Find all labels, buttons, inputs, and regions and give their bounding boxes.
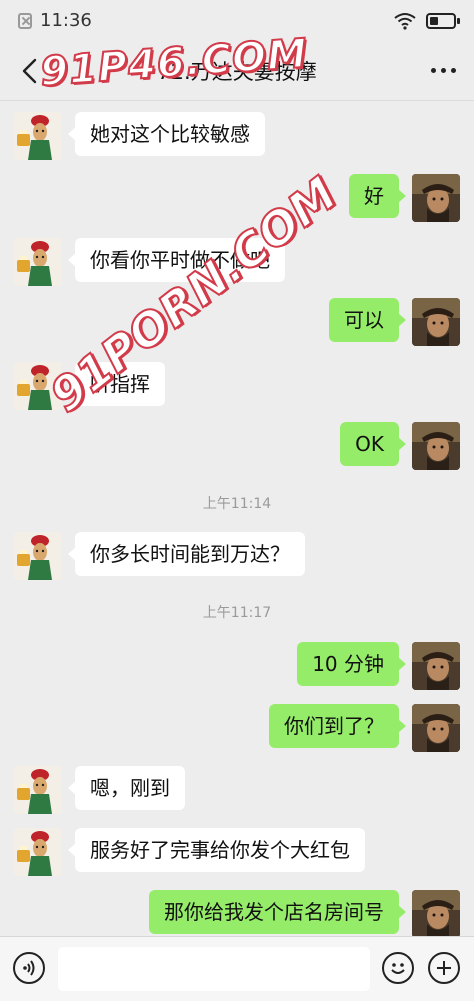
status-left: 11:36: [18, 10, 92, 31]
message-bubble[interactable]: 服务好了完事给你发个大红包: [68, 828, 365, 872]
message-input[interactable]: [58, 947, 370, 991]
message-bubble[interactable]: 10 分钟: [297, 642, 406, 686]
message-bubble[interactable]: 她对这个比较敏感: [68, 112, 265, 156]
message-bubble[interactable]: 听指挥: [68, 362, 165, 406]
my-avatar[interactable]: [412, 704, 460, 752]
contact-avatar[interactable]: [14, 828, 62, 876]
message-bubble[interactable]: 你看你平时做不做吧: [68, 238, 285, 282]
my-avatar[interactable]: [412, 174, 460, 222]
contact-avatar[interactable]: [14, 532, 62, 580]
chat-message-list[interactable]: 她对这个比较敏感好你看你平时做不做吧 可以听指挥 OK 上午11:14 你多长时间能到万…: [0, 100, 474, 936]
wifi-icon: [394, 13, 416, 30]
message-bubble[interactable]: 好: [349, 174, 406, 218]
message-bubble[interactable]: 你多长时间能到万达？: [68, 532, 305, 576]
message-bubble[interactable]: 嗯，刚到: [68, 766, 185, 810]
message-bubble[interactable]: 你们到了？: [269, 704, 406, 748]
status-bar: 11:36: [0, 0, 474, 42]
message-bubble[interactable]: 那你给我发个店名房间号: [149, 890, 406, 934]
input-bar: [0, 936, 474, 1001]
message-bubble[interactable]: 可以: [329, 298, 406, 342]
my-avatar[interactable]: [412, 642, 460, 690]
voice-input-icon[interactable]: [13, 952, 45, 984]
more-icon[interactable]: [431, 68, 456, 73]
battery-level: [430, 17, 438, 25]
message-bubble[interactable]: OK: [340, 422, 406, 466]
emoji-icon[interactable]: [382, 952, 414, 984]
chat-title: 72.万达夫妻按摩: [157, 60, 317, 84]
my-avatar[interactable]: [412, 422, 460, 470]
timestamp-separator: 上午11:17: [202, 605, 272, 621]
my-avatar[interactable]: [412, 890, 460, 936]
status-right: [394, 12, 460, 30]
timestamp-separator: 上午11:14: [202, 496, 272, 512]
notification-close-icon: [18, 12, 32, 29]
contact-avatar[interactable]: [14, 112, 62, 160]
my-avatar[interactable]: [412, 298, 460, 346]
contact-avatar[interactable]: [14, 238, 62, 286]
nav-bar: 72.万达夫妻按摩: [0, 42, 474, 101]
contact-avatar[interactable]: [14, 362, 62, 410]
add-attachment-icon[interactable]: [428, 952, 460, 984]
contact-avatar[interactable]: [14, 766, 62, 814]
status-time: 11:36: [40, 10, 92, 31]
battery-icon: [426, 13, 460, 29]
